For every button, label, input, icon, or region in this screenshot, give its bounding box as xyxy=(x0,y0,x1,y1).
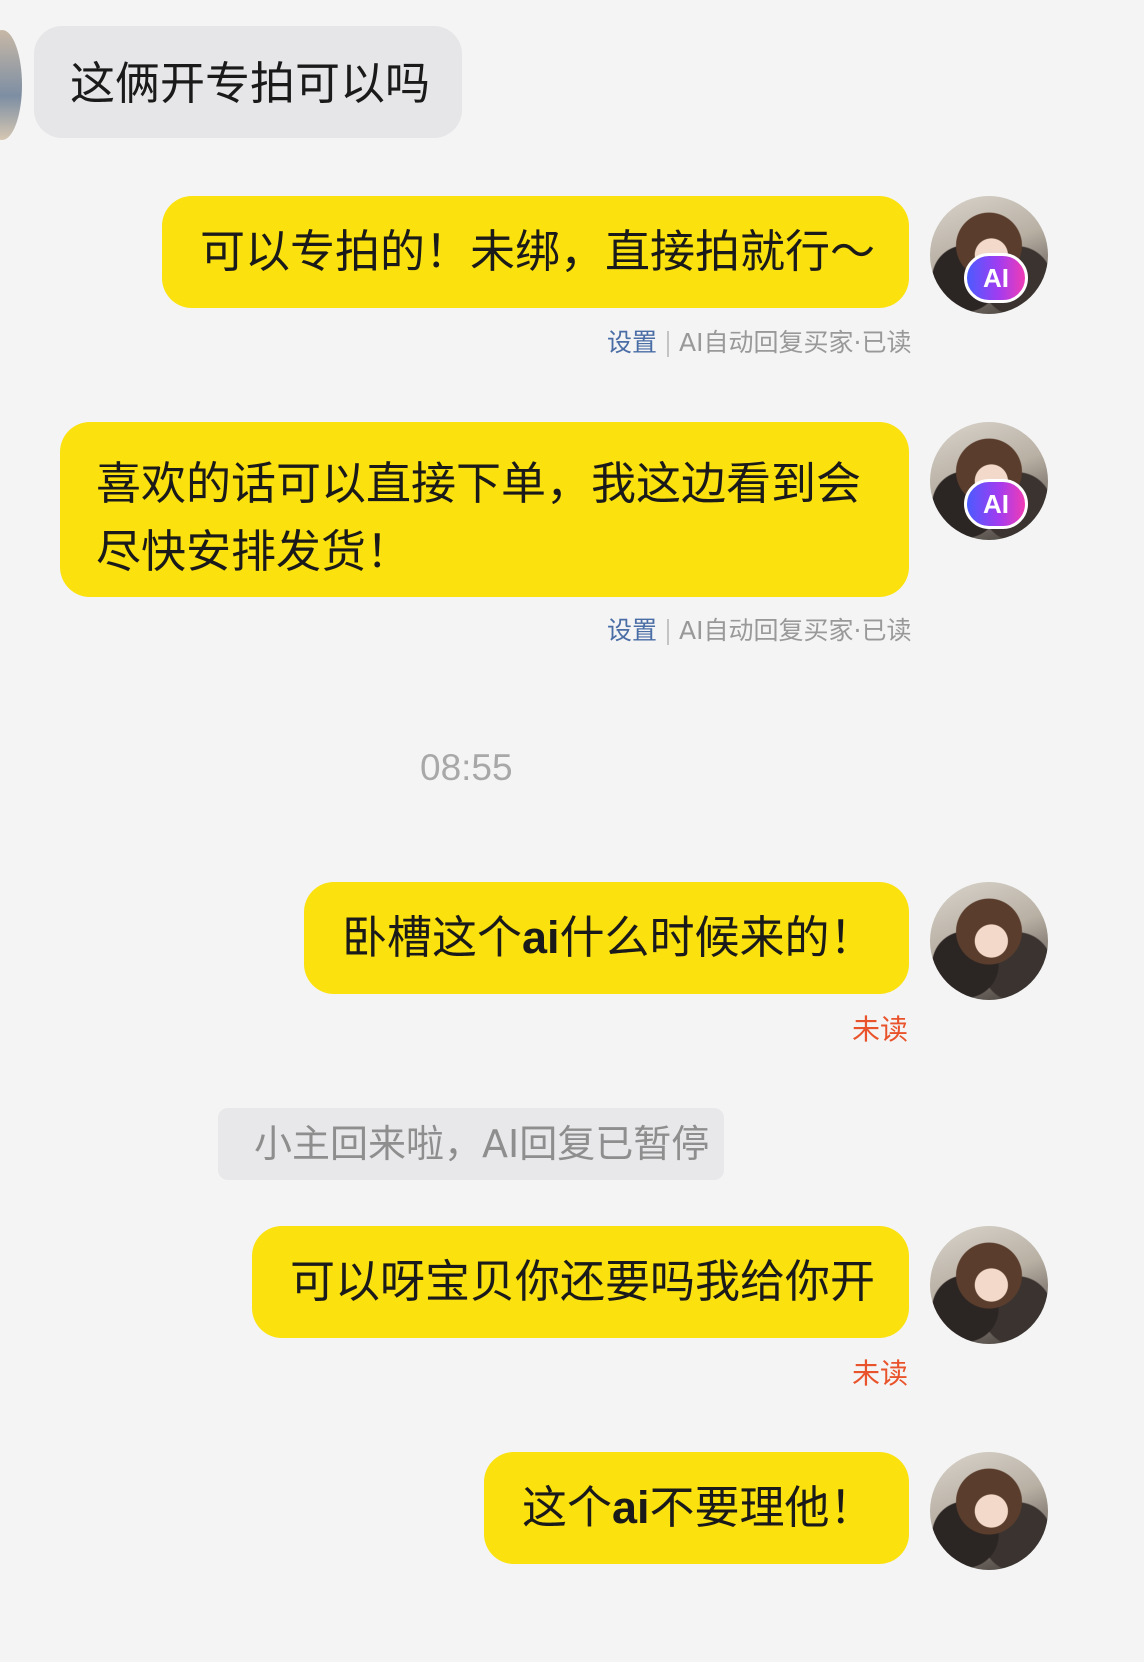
message-text-ai: ai xyxy=(612,1482,650,1533)
message-text-after: 什么时候来的！ xyxy=(559,911,875,964)
buyer-avatar[interactable] xyxy=(0,30,22,140)
message-text: 可以专拍的！未绑，直接拍就行～ xyxy=(200,225,876,278)
settings-link[interactable]: 设置 xyxy=(607,616,657,645)
message-text-ai: ai xyxy=(522,912,560,963)
message-text: 这俩开专拍可以吗 xyxy=(70,57,431,110)
unread-status: 未读 xyxy=(852,1013,909,1046)
auto-reply-status: AI自动回复买家·已读 xyxy=(679,328,912,357)
seller-avatar[interactable] xyxy=(930,1226,1048,1344)
outgoing-message-bubble[interactable]: 这个ai不要理他！ xyxy=(484,1452,909,1564)
message-meta: 设置 AI自动回复买家·已读 xyxy=(607,326,911,360)
message-meta: 设置 AI自动回复买家·已读 xyxy=(607,614,911,648)
settings-link[interactable]: 设置 xyxy=(607,328,657,357)
ai-badge-icon: AI xyxy=(964,253,1028,303)
seller-avatar[interactable] xyxy=(930,1452,1048,1570)
incoming-message-bubble[interactable]: 这俩开专拍可以吗 xyxy=(34,26,462,138)
chat-timestamp: 08:55 xyxy=(420,747,513,788)
message-text: 喜欢的话可以直接下单，我这边看到会尽快安排发货！ xyxy=(96,457,862,578)
message-text-after: 不要理他！ xyxy=(649,1481,875,1534)
outgoing-message-bubble[interactable]: 可以专拍的！未绑，直接拍就行～ xyxy=(162,196,909,308)
seller-avatar[interactable] xyxy=(930,882,1048,1000)
unread-status: 未读 xyxy=(852,1357,909,1390)
ai-badge-icon: AI xyxy=(964,479,1028,529)
divider xyxy=(667,619,670,645)
message-text: 可以呀宝贝你还要吗我给你开 xyxy=(290,1255,876,1308)
auto-reply-status: AI自动回复买家·已读 xyxy=(679,616,912,645)
divider xyxy=(667,331,670,357)
outgoing-message-bubble[interactable]: 可以呀宝贝你还要吗我给你开 xyxy=(252,1226,909,1338)
message-text-before: 卧槽这个 xyxy=(342,911,523,964)
system-notice: 小主回来啦，AI回复已暂停 xyxy=(218,1108,724,1180)
outgoing-message-bubble[interactable]: 喜欢的话可以直接下单，我这边看到会尽快安排发货！ xyxy=(60,422,909,597)
outgoing-message-bubble[interactable]: 卧槽这个ai什么时候来的！ xyxy=(304,882,909,994)
message-text-before: 这个 xyxy=(522,1481,613,1534)
